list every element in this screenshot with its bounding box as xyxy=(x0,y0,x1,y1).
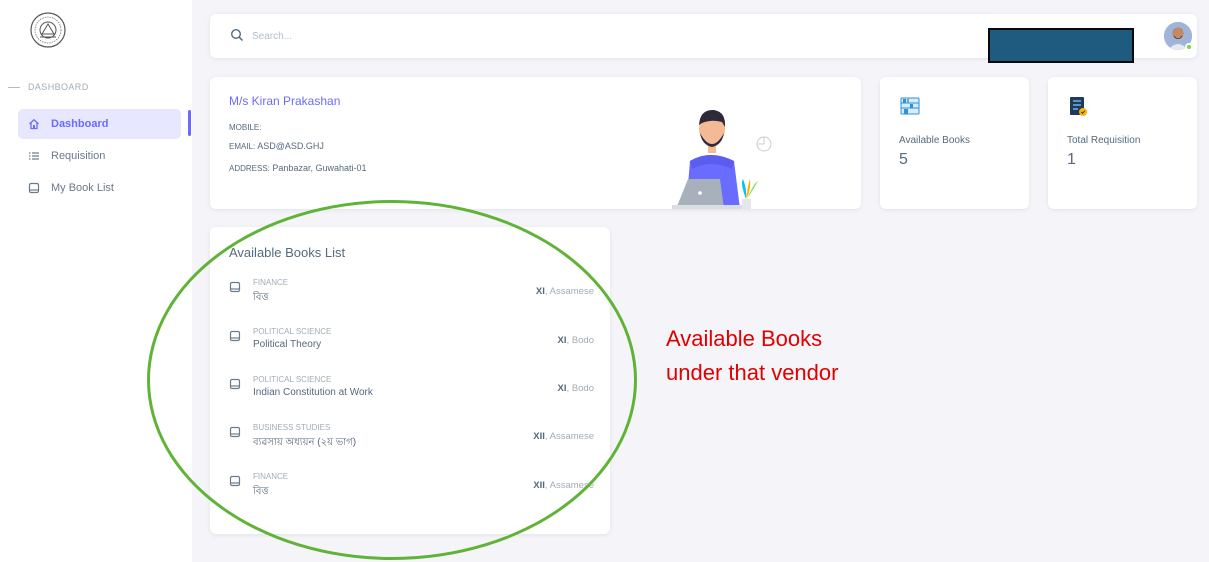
search-input[interactable] xyxy=(252,26,452,46)
menu-section-header: DASHBOARD xyxy=(8,82,89,92)
vendor-email: EMAIL: ASD@ASD.GHJ xyxy=(229,141,324,151)
home-icon xyxy=(29,118,39,130)
available-books-list-card: Available Books List FINANCE বিত্ত XI, A… xyxy=(210,227,610,534)
book-icon xyxy=(229,378,241,390)
annotation-text: Available Books under that vendor xyxy=(666,326,839,385)
book-category: BUSINESS STUDIES xyxy=(253,423,331,432)
book-class-language: XII, Assamese xyxy=(533,431,594,442)
list-item[interactable]: POLITICAL SCIENCE Political Theory XI, B… xyxy=(229,327,594,363)
requisition-icon xyxy=(1070,97,1087,116)
vendor-mobile: MOBILE: xyxy=(229,123,262,132)
book-category: POLITICAL SCIENCE xyxy=(253,375,332,384)
list-item[interactable]: POLITICAL SCIENCE Indian Constitution at… xyxy=(229,375,594,411)
book-category: POLITICAL SCIENCE xyxy=(253,327,332,336)
active-indicator xyxy=(188,110,191,136)
search-icon xyxy=(230,28,244,42)
book-class-language: XI, Bodo xyxy=(557,383,594,394)
books-icon xyxy=(900,97,920,115)
vendor-info-card: M/s Kiran Prakashan MOBILE: EMAIL: ASD@A… xyxy=(210,77,861,209)
book-title: বিত্ত xyxy=(253,292,269,303)
book-category: FINANCE xyxy=(253,472,289,481)
book-title: Indian Constitution at Work xyxy=(253,387,373,398)
stat-card-total-requisition: Total Requisition 1 xyxy=(1048,77,1197,209)
book-category: FINANCE xyxy=(253,278,289,287)
sidebar: DASHBOARD Dashboard Requisition My Book … xyxy=(0,0,192,562)
vendor-name: M/s Kiran Prakashan xyxy=(229,94,341,108)
institution-logo xyxy=(30,12,66,48)
book-icon xyxy=(229,281,241,293)
sidebar-item-dashboard[interactable]: Dashboard xyxy=(18,109,181,139)
book-title: Political Theory xyxy=(253,339,322,350)
book-title: ব্যৱসায় অধ্যয়ন (২য় ভাগ) xyxy=(253,437,357,448)
list-item[interactable]: BUSINESS STUDIES ব্যৱসায় অধ্যয়ন (২য় ভ… xyxy=(229,423,594,459)
list-item[interactable]: FINANCE বিত্ত XI, Assamese xyxy=(229,278,594,314)
book-icon xyxy=(229,330,241,342)
sidebar-item-label: My Book List xyxy=(51,182,114,194)
list-item[interactable]: FINANCE বিত্ত XII, Assamese xyxy=(229,472,594,508)
books-list-title: Available Books List xyxy=(229,245,346,260)
book-icon xyxy=(229,426,241,438)
stat-value: 5 xyxy=(899,151,908,168)
stat-value: 1 xyxy=(1067,151,1076,168)
sidebar-item-label: Dashboard xyxy=(51,118,109,130)
stat-label: Available Books xyxy=(899,135,970,146)
vendor-address: ADDRESS: Panbazar, Guwahati-01 xyxy=(229,163,367,173)
book-class-language: XII, Assamese xyxy=(533,480,594,491)
sidebar-item-my-book-list[interactable]: My Book List xyxy=(18,173,181,203)
list-icon xyxy=(29,152,39,160)
stat-card-available-books: Available Books 5 xyxy=(880,77,1029,209)
book-class-language: XI, Assamese xyxy=(535,286,594,297)
book-icon xyxy=(229,475,241,487)
sidebar-item-requisition[interactable]: Requisition xyxy=(18,141,181,171)
man-with-laptop-illustration xyxy=(672,109,772,209)
stat-label: Total Requisition xyxy=(1067,135,1141,146)
online-status-dot xyxy=(1185,43,1193,51)
book-title: বিত্ত xyxy=(253,486,269,497)
book-icon xyxy=(28,182,40,194)
sidebar-item-label: Requisition xyxy=(51,150,106,162)
book-class-language: XI, Bodo xyxy=(557,335,594,346)
redacted-block xyxy=(988,28,1134,63)
main-content: M/s Kiran Prakashan MOBILE: EMAIL: ASD@A… xyxy=(192,0,1209,562)
